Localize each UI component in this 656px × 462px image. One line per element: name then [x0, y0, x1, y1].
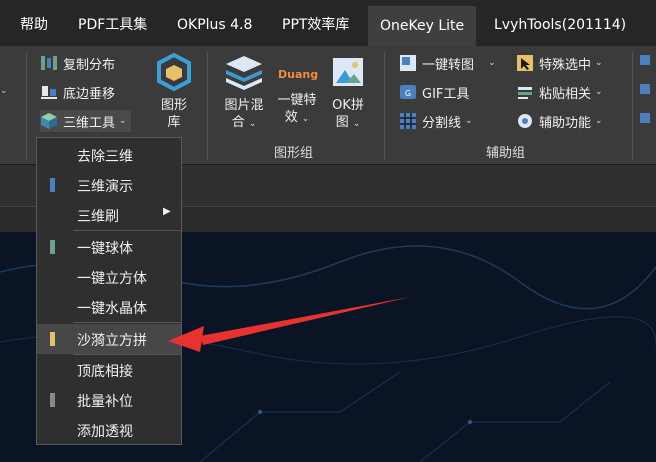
- red-arrow-annotation: [168, 297, 410, 352]
